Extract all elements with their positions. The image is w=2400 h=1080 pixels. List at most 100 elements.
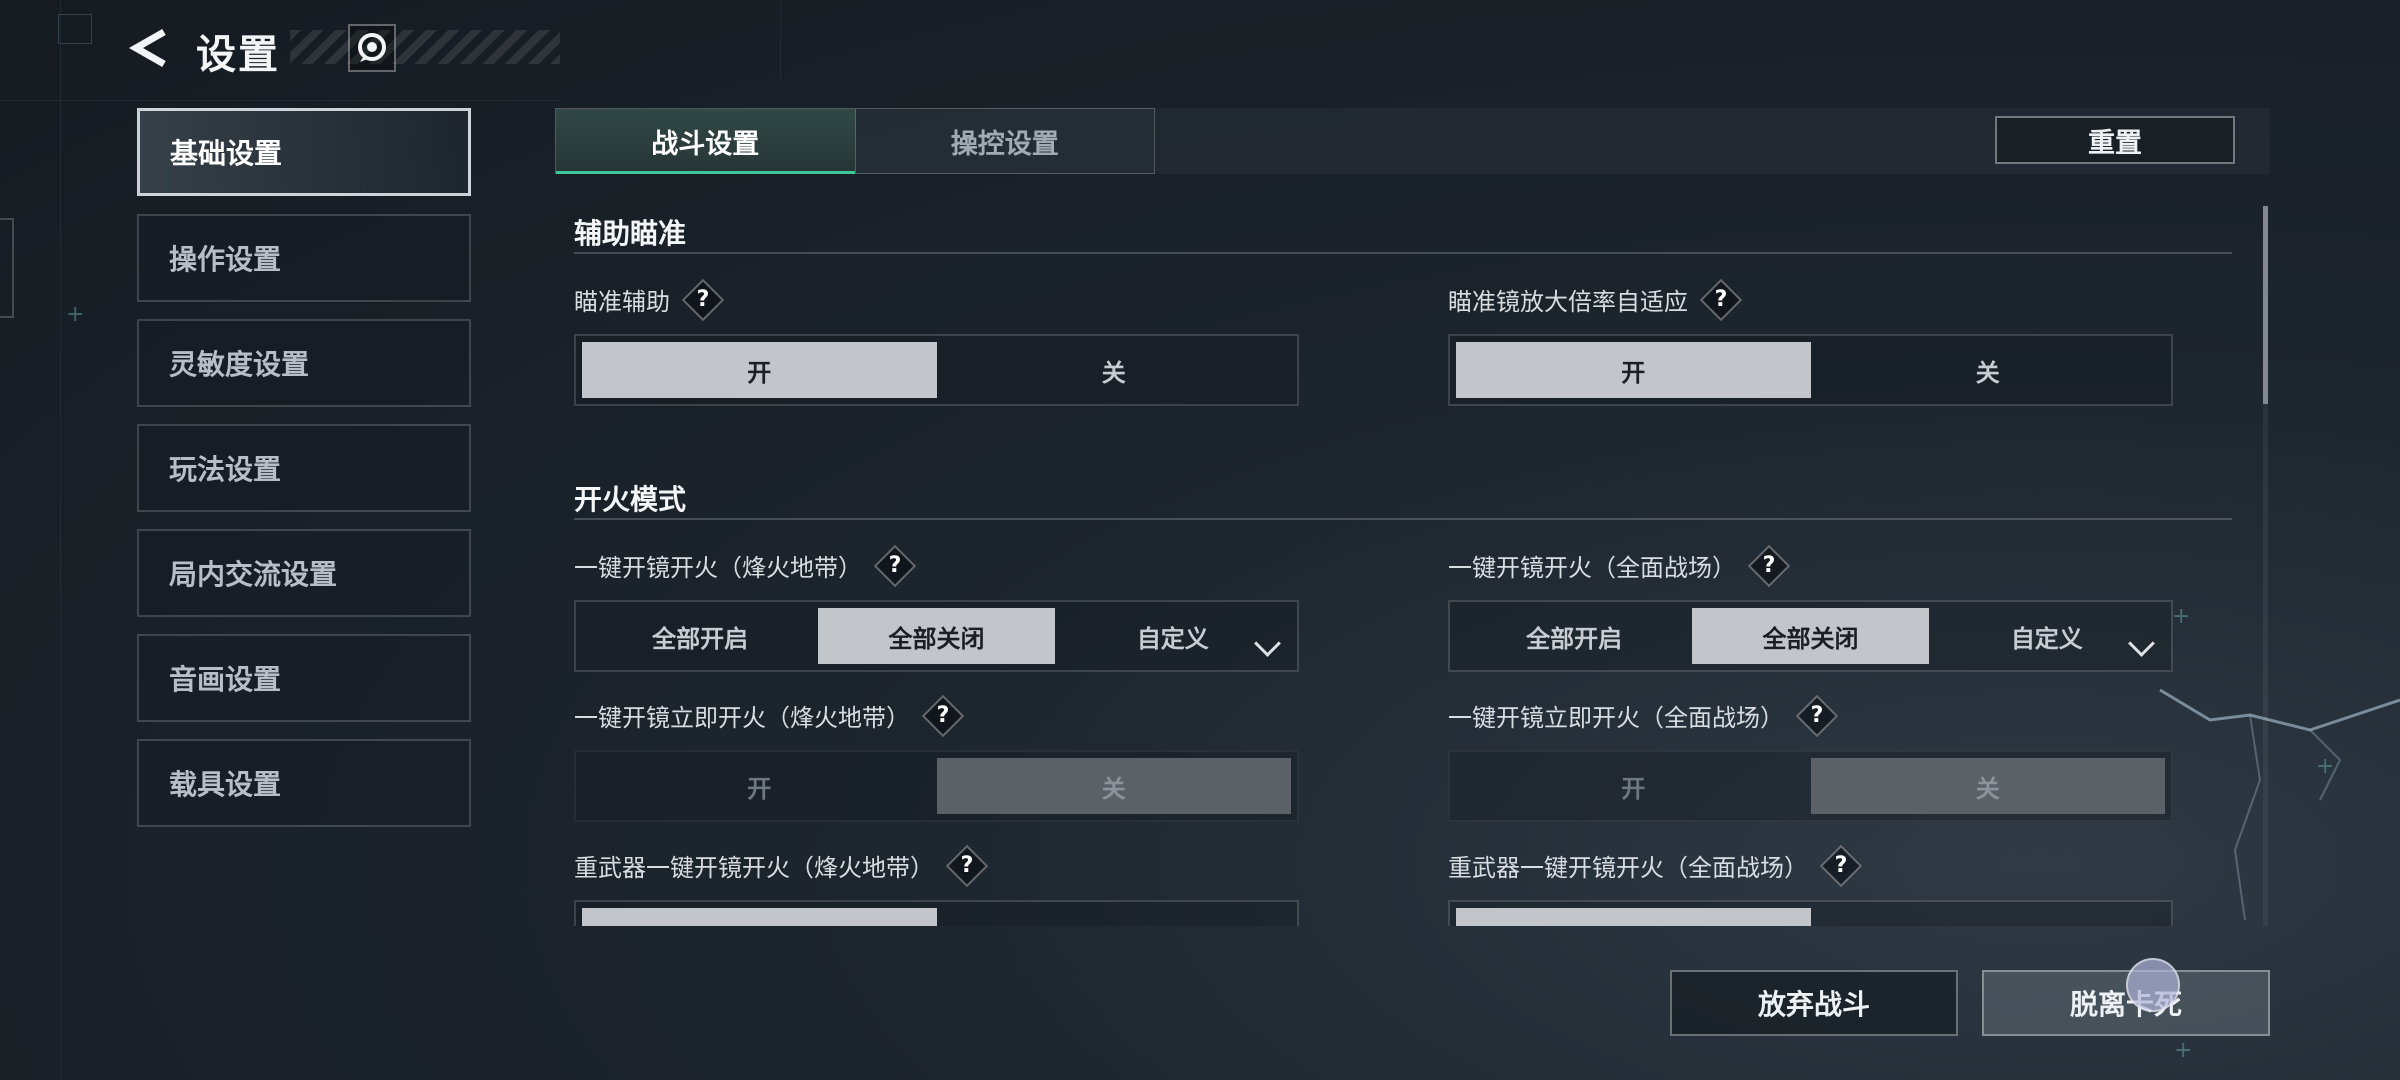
abandon-battle-button[interactable]: 放弃战斗 — [1670, 970, 1958, 1036]
sidebar-item-label: 操作设置 — [169, 243, 282, 276]
option-all-off[interactable]: 全部关闭 — [818, 608, 1055, 664]
reset-button[interactable]: 重置 — [1995, 116, 2235, 164]
setting-label-text: 瞄准镜放大倍率自适应 — [1448, 288, 1688, 316]
help-glyph: ? — [936, 703, 950, 728]
setting-label-ads-fire-warfare: 一键开镜开火（全面战场） ? — [1448, 548, 1784, 583]
ads-fire-warfare-selector: 全部开启 全部关闭 自定义 — [1448, 600, 2173, 672]
option-on[interactable]: 开 — [582, 908, 937, 926]
option-custom-label: 自定义 — [1136, 624, 1209, 653]
tab-combat-settings[interactable]: 战斗设置 — [556, 109, 856, 174]
setting-label-text: 一键开镜开火（全面战场） — [1448, 554, 1736, 582]
option-on: 开 — [1621, 774, 1646, 803]
help-icon[interactable]: ? — [688, 285, 718, 315]
ads-instant-havoc-toggle: 开 关 — [574, 750, 1299, 822]
corner-frame — [58, 14, 92, 44]
help-icon[interactable]: ? — [952, 851, 982, 881]
option-off: 关 — [1810, 758, 2165, 814]
option-off[interactable]: 关 — [937, 908, 1292, 927]
section-divider — [574, 252, 2232, 254]
bg-gridline — [780, 0, 781, 80]
setting-label-ads-instant-havoc: 一键开镜立即开火（烽火地带） ? — [574, 698, 958, 733]
setting-label-ads-fire-havoc: 一键开镜开火（烽火地带） ? — [574, 548, 910, 583]
setting-label-text: 重武器一键开镜开火（烽火地带） — [574, 854, 934, 882]
scope-zoom-adapt-toggle: 开 关 — [1448, 334, 2173, 406]
option-off[interactable]: 关 — [937, 342, 1292, 398]
setting-label-text: 一键开镜立即开火（烽火地带） — [574, 704, 910, 732]
option-on[interactable]: 开 — [1456, 908, 1811, 926]
option-off[interactable]: 关 — [1811, 342, 2166, 398]
sidebar-item-label: 灵敏度设置 — [169, 348, 310, 381]
chevron-down-icon — [1254, 630, 1281, 657]
option-all-on[interactable]: 全部开启 — [1456, 608, 1692, 664]
title-stripes — [290, 30, 560, 64]
sidebar-item-label: 基础设置 — [170, 137, 283, 170]
option-on[interactable]: 开 — [1456, 342, 1811, 398]
setting-label-ads-instant-warfare: 一键开镜立即开火（全面战场） ? — [1448, 698, 1832, 733]
tab-control-settings[interactable]: 操控设置 — [856, 109, 1155, 173]
sidebar-item-operation[interactable]: 操作设置 — [137, 214, 471, 302]
back-arrow-icon[interactable] — [128, 26, 172, 70]
sidebar-item-gameplay[interactable]: 玩法设置 — [137, 424, 471, 512]
sidebar-item-vehicle[interactable]: 载具设置 — [137, 739, 471, 827]
setting-label-aim-assist: 瞄准辅助 ? — [574, 282, 718, 317]
help-icon[interactable]: ? — [1802, 701, 1832, 731]
sidebar-item-label: 局内交流设置 — [169, 558, 338, 591]
section-title-aim-assist: 辅助瞄准 — [574, 217, 687, 250]
setting-label-heavy-ads-havoc: 重武器一键开镜开火（烽火地带） ? — [574, 848, 982, 883]
setting-label-text: 一键开镜立即开火（全面战场） — [1448, 704, 1784, 732]
bg-gridline — [0, 100, 560, 101]
option-on: 开 — [747, 774, 772, 803]
sidebar-item-audio-video[interactable]: 音画设置 — [137, 634, 471, 722]
option-all-on[interactable]: 全部开启 — [582, 608, 818, 664]
ads-fire-havoc-selector: 全部开启 全部关闭 自定义 — [574, 600, 1299, 672]
help-glyph: ? — [1810, 703, 1824, 728]
help-glyph: ? — [1834, 853, 1848, 878]
option-off: 关 — [936, 758, 1291, 814]
setting-label-text: 重武器一键开镜开火（全面战场） — [1448, 854, 1808, 882]
touch-indicator — [2126, 958, 2180, 1012]
sidebar-item-basic[interactable]: 基础设置 — [137, 108, 471, 196]
headset-icon — [358, 33, 386, 62]
settings-panel: 辅助瞄准 瞄准辅助 ? 开 关 瞄准镜放大倍率自适应 ? 开 关 开火模式 一键… — [555, 186, 2235, 926]
option-custom-label: 自定义 — [2010, 624, 2083, 653]
option-on[interactable]: 开 — [582, 342, 937, 398]
help-glyph: ? — [696, 287, 710, 312]
crosshair-mark-icon: + — [66, 302, 85, 327]
help-icon[interactable]: ? — [1826, 851, 1856, 881]
help-icon[interactable]: ? — [880, 551, 910, 581]
option-custom-dropdown[interactable]: 自定义 — [1929, 608, 2165, 664]
crosshair-mark-icon: + — [2174, 1038, 2193, 1063]
option-custom-dropdown[interactable]: 自定义 — [1055, 608, 1291, 664]
aim-assist-toggle: 开 关 — [574, 334, 1299, 406]
help-icon[interactable]: ? — [928, 701, 958, 731]
section-title-fire-mode: 开火模式 — [574, 483, 687, 516]
chevron-down-icon — [2128, 630, 2155, 657]
tab-bar: 战斗设置 操控设置 — [555, 108, 1155, 174]
section-divider — [574, 518, 2232, 520]
option-off[interactable]: 关 — [1811, 908, 2166, 927]
scrollbar-thumb[interactable] — [2263, 206, 2268, 404]
sidebar-item-label: 玩法设置 — [169, 453, 282, 486]
heavy-ads-warfare-toggle: 开 关 — [1448, 900, 2173, 926]
sidebar-item-sensitivity[interactable]: 灵敏度设置 — [137, 319, 471, 407]
setting-label-heavy-ads-warfare: 重武器一键开镜开火（全面战场） ? — [1448, 848, 1856, 883]
support-button[interactable] — [348, 24, 396, 72]
edge-bracket — [0, 218, 14, 318]
heavy-ads-havoc-toggle: 开 关 — [574, 900, 1299, 926]
help-icon[interactable]: ? — [1754, 551, 1784, 581]
setting-label-scope-zoom-adapt: 瞄准镜放大倍率自适应 ? — [1448, 282, 1736, 317]
sidebar-item-label: 音画设置 — [169, 663, 282, 696]
help-glyph: ? — [1762, 553, 1776, 578]
sidebar-item-label: 载具设置 — [169, 768, 282, 801]
help-icon[interactable]: ? — [1706, 285, 1736, 315]
help-glyph: ? — [960, 853, 974, 878]
help-glyph: ? — [1714, 287, 1728, 312]
setting-label-text: 瞄准辅助 — [574, 288, 670, 316]
setting-label-text: 一键开镜开火（烽火地带） — [574, 554, 862, 582]
page-title: 设置 — [196, 32, 280, 78]
sidebar-item-communication[interactable]: 局内交流设置 — [137, 529, 471, 617]
help-glyph: ? — [888, 553, 902, 578]
bg-gridline — [60, 0, 61, 1080]
ads-instant-warfare-toggle: 开 关 — [1448, 750, 2173, 822]
option-all-off[interactable]: 全部关闭 — [1692, 608, 1929, 664]
